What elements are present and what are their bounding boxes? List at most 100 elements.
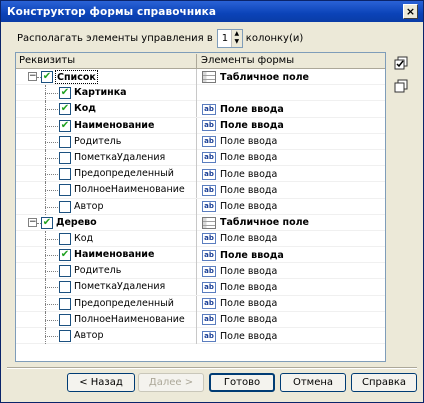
input-field-icon: ab	[202, 120, 216, 132]
row-checkbox[interactable]: ✔	[41, 216, 53, 229]
form-element-cell[interactable]: ab Поле ввода	[198, 296, 385, 312]
next-button[interactable]: Далее >	[138, 373, 204, 392]
close-icon: ×	[405, 5, 416, 18]
collapse-icon[interactable]: −	[28, 72, 37, 81]
table-row[interactable]: Предопределенный ab Поле ввода	[16, 166, 385, 183]
attribute-cell: ✔ Наименование	[16, 117, 197, 134]
attribute-label: Список	[55, 70, 98, 84]
table-row[interactable]: Автор ab Поле ввода	[16, 198, 385, 215]
row-checkbox[interactable]	[59, 265, 71, 278]
side-toolbar	[393, 55, 410, 101]
row-checkbox[interactable]	[59, 313, 71, 326]
columns-suffix-label: колонку(и)	[245, 32, 304, 44]
table-row[interactable]: Код ab Поле ввода	[16, 230, 385, 248]
table-row[interactable]: ✔ Наименование ab Поле ввода	[16, 117, 385, 134]
form-element-label: Поле ввода	[220, 201, 278, 212]
table-row[interactable]: ✔ Картинка	[16, 85, 385, 102]
help-button[interactable]: Справка	[351, 373, 417, 392]
form-element-cell[interactable]: Табличное поле	[198, 215, 385, 231]
table-row[interactable]: ПолноеНаименование ab Поле ввода	[16, 182, 385, 199]
table-row[interactable]: ✔ Код ab Поле ввода	[16, 101, 385, 118]
form-element-cell[interactable]: ab Поле ввода	[198, 279, 385, 295]
attribute-label: Картинка	[74, 87, 127, 99]
collapse-icon[interactable]: −	[28, 217, 37, 227]
form-element-label: Поле ввода	[220, 281, 278, 293]
attribute-cell: Предопределенный	[16, 295, 197, 312]
form-element-cell[interactable]: ab Поле ввода	[198, 312, 385, 328]
close-button[interactable]: ×	[403, 4, 418, 19]
table-row[interactable]: Родитель ab Поле ввода	[16, 133, 385, 150]
form-element-cell[interactable]: ab Поле ввода	[198, 182, 385, 198]
form-element-cell[interactable]: ab Поле ввода	[198, 101, 385, 117]
row-checkbox[interactable]: ✔	[59, 249, 71, 262]
row-checkbox[interactable]	[59, 297, 71, 310]
header-attributes[interactable]: Реквизиты	[16, 54, 197, 68]
back-button[interactable]: < Назад	[67, 373, 135, 392]
done-button[interactable]: Готово	[209, 373, 275, 392]
row-checkbox[interactable]: ✔	[59, 103, 71, 116]
tree-line	[45, 174, 58, 176]
form-element-cell[interactable]: Табличное поле	[198, 69, 385, 85]
table-row[interactable]: ✔ Наименование ab Поле ввода	[16, 247, 385, 264]
input-field-icon: ab	[202, 233, 216, 245]
attribute-cell: ПолноеНаименование	[16, 182, 197, 199]
tree-line	[45, 303, 58, 305]
row-checkbox[interactable]	[59, 184, 71, 197]
form-element-cell[interactable]: ab Поле ввода	[198, 199, 385, 215]
header-form-elements[interactable]: Элементы формы	[198, 54, 385, 68]
input-field-icon: ab	[202, 249, 216, 261]
form-element-label: Поле ввода	[220, 103, 284, 115]
attributes-grid[interactable]: Реквизиты Элементы формы − ✔ Список Табличн…	[15, 52, 386, 362]
form-element-label: Поле ввода	[220, 184, 278, 196]
row-checkbox[interactable]	[59, 151, 71, 164]
table-row[interactable]: Предопределенный ab Поле ввода	[16, 295, 385, 312]
columns-spinner[interactable]: 1 ▲ ▼	[216, 28, 243, 48]
attribute-cell: ✔ Наименование	[16, 247, 197, 264]
table-row[interactable]: ПолноеНаименование ab Поле ввода	[16, 311, 385, 328]
form-element-label: Поле ввода	[220, 168, 278, 180]
check-all-icon[interactable]	[393, 55, 410, 72]
form-element-cell[interactable]: ab Поле ввода	[198, 328, 385, 344]
cancel-button[interactable]: Отмена	[280, 373, 346, 392]
spin-down-icon[interactable]: ▼	[231, 38, 242, 47]
row-checkbox[interactable]	[59, 135, 71, 148]
form-element-label: Поле ввода	[220, 233, 278, 245]
table-row[interactable]: Родитель ab Поле ввода	[16, 263, 385, 280]
table-row[interactable]: − ✔ Дерево Табличное поле	[16, 214, 385, 231]
grid-header: Реквизиты Элементы формы	[16, 53, 385, 69]
form-element-label: Поле ввода	[220, 314, 278, 326]
row-checkbox[interactable]: ✔	[59, 119, 71, 132]
form-element-cell[interactable]	[198, 85, 385, 101]
row-checkbox[interactable]	[59, 200, 71, 213]
spin-up-icon[interactable]: ▲	[231, 29, 242, 38]
row-checkbox[interactable]	[59, 330, 71, 342]
row-checkbox[interactable]	[59, 168, 71, 181]
form-element-cell[interactable]: ab Поле ввода	[198, 263, 385, 279]
form-element-cell[interactable]: ab Поле ввода	[198, 118, 385, 134]
row-checkbox[interactable]: ✔	[41, 71, 53, 83]
form-element-label: Поле ввода	[220, 136, 278, 148]
form-element-label: Поле ввода	[220, 330, 278, 342]
form-element-cell[interactable]: ab Поле ввода	[198, 150, 385, 166]
attribute-label: Код	[74, 103, 96, 115]
title-bar: Конструктор формы справочника ×	[1, 1, 423, 22]
tree-line	[45, 109, 58, 111]
table-row[interactable]: − ✔ Список Табличное поле	[16, 69, 385, 86]
table-row[interactable]: ПометкаУдаления ab Поле ввода	[16, 149, 385, 167]
attribute-cell: Родитель	[16, 133, 197, 150]
table-row[interactable]: ПометкаУдаления ab Поле ввода	[16, 279, 385, 296]
window-title: Конструктор формы справочника	[7, 5, 217, 18]
attribute-cell: − ✔ Дерево	[16, 214, 197, 231]
uncheck-all-icon[interactable]	[393, 78, 410, 95]
form-element-cell[interactable]: ab Поле ввода	[198, 134, 385, 150]
form-element-cell[interactable]: ab Поле ввода	[198, 166, 385, 182]
input-field-icon: ab	[202, 152, 216, 164]
tree-line	[45, 125, 58, 127]
table-row[interactable]: Автор ab Поле ввода	[16, 328, 385, 345]
form-element-cell[interactable]: ab Поле ввода	[198, 231, 385, 247]
row-checkbox[interactable]	[59, 232, 71, 245]
row-checkbox[interactable]	[59, 281, 71, 294]
form-element-cell[interactable]: ab Поле ввода	[198, 247, 385, 263]
tree-line	[45, 157, 58, 159]
row-checkbox[interactable]: ✔	[59, 87, 71, 100]
